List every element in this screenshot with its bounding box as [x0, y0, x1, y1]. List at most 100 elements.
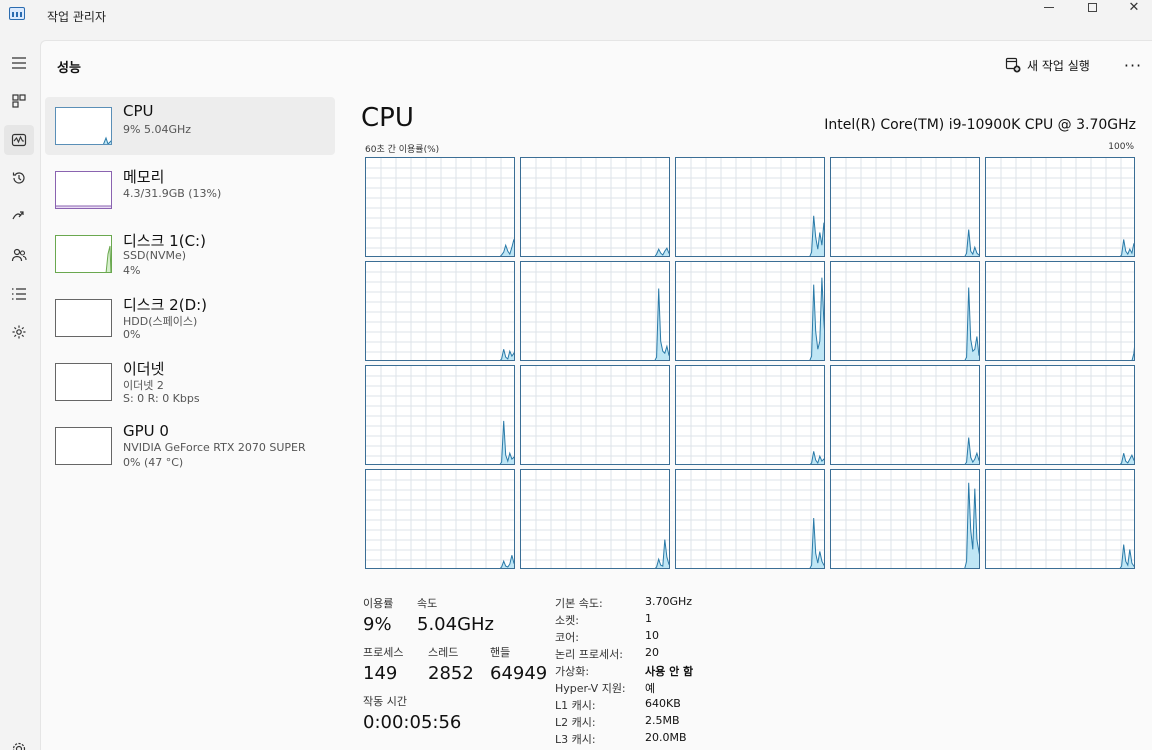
utilization-value: 9% [363, 614, 392, 635]
resource-detail: HDD(스페이스) [123, 315, 198, 328]
spec-label: 소켓: [555, 614, 579, 627]
cpu-model-name: Intel(R) Core(TM) i9-10900K CPU @ 3.70GH… [824, 117, 1136, 133]
utilization-label: 이용률 [363, 597, 394, 610]
uptime-value: 0:00:05:56 [363, 712, 462, 733]
logical-processor-graph [365, 157, 515, 257]
handles-label: 핸들 [490, 646, 511, 659]
spec-label: L3 캐시: [555, 733, 596, 746]
services-icon [12, 325, 26, 339]
logical-processor-graph [520, 157, 670, 257]
graph-caption: 60초 간 이용률(%) [365, 145, 440, 155]
resource-detail: 이더넷 2 [123, 379, 164, 392]
utilization-plot [366, 262, 514, 360]
logical-processor-graph [985, 365, 1135, 465]
resource-name: 디스크 2(D:) [123, 296, 208, 314]
resource-item-disk-1[interactable]: 디스크 1(C:) SSD(NVMe) 4% [45, 225, 335, 283]
utilization-plot [521, 366, 669, 464]
spec-value: 3.70GHz [645, 595, 693, 608]
spec-value: 사용 안 함 [645, 665, 694, 678]
nav-users[interactable] [4, 240, 34, 270]
utilization-plot [366, 158, 514, 256]
nav-menu-button[interactable] [4, 48, 34, 78]
ethernet-thumbnail-graph [55, 363, 112, 401]
handles-value: 64949 [490, 663, 548, 684]
logical-processor-graph [830, 157, 980, 257]
spec-label: L2 캐시: [555, 716, 596, 729]
resource-name: 메모리 [123, 168, 165, 186]
logical-processor-graph [985, 469, 1135, 569]
performance-page: 성능 새 작업 실행 ··· CPU 9% 5.04GHz 메모리 4.3/31… [40, 40, 1152, 750]
spec-label: 가상화: [555, 665, 590, 678]
resource-detail: NVIDIA GeForce RTX 2070 SUPER [123, 441, 306, 454]
utilization-plot [676, 262, 824, 360]
processes-value: 149 [363, 663, 398, 684]
speed-label: 속도 [417, 597, 438, 610]
logical-processor-graph [365, 365, 515, 465]
resource-item-disk-2[interactable]: 디스크 2(D:) HDD(스페이스) 0% [45, 289, 335, 347]
resource-detail: 9% 5.04GHz [123, 123, 192, 136]
spec-value: 2.5MB [645, 714, 680, 727]
task-manager-icon [9, 7, 25, 20]
utilization-plot [986, 366, 1134, 464]
resource-item-ethernet[interactable]: 이더넷 이더넷 2 S: 0 R: 0 Kbps [45, 353, 335, 411]
cpu-thumbnail-graph [55, 107, 112, 145]
logical-processor-graph [985, 157, 1135, 257]
nav-settings[interactable] [4, 734, 34, 750]
utilization-plot [831, 262, 979, 360]
logical-processor-graph [830, 469, 980, 569]
app-history-icon [12, 172, 25, 184]
spec-label: 기본 속도: [555, 597, 603, 610]
resource-name: GPU 0 [123, 422, 169, 440]
resource-list: CPU 9% 5.04GHz 메모리 4.3/31.9GB (13%) 디스크 … [45, 97, 335, 481]
spec-value: 20 [645, 646, 659, 659]
utilization-plot [676, 470, 824, 568]
spec-label: L1 캐시: [555, 699, 596, 712]
run-new-task-button[interactable]: 새 작업 실행 [1005, 53, 1090, 77]
navigation-rail [0, 36, 40, 750]
spec-value: 20.0MB [645, 731, 687, 744]
resource-detail: 0% [123, 328, 141, 341]
resource-detail: 0% (47 °C) [123, 456, 184, 469]
resource-item-memory[interactable]: 메모리 4.3/31.9GB (13%) [45, 161, 335, 219]
utilization-plot [831, 470, 979, 568]
spec-label: 논리 프로세서: [555, 648, 623, 661]
utilization-plot [521, 262, 669, 360]
nav-performance[interactable] [4, 125, 34, 155]
logical-processor-graph [520, 365, 670, 465]
close-button[interactable]: ✕ [1114, 0, 1152, 15]
utilization-plot [366, 366, 514, 464]
disk-2-thumbnail-graph [55, 299, 112, 337]
logical-processor-graph [675, 261, 825, 361]
nav-startup-apps[interactable] [4, 201, 34, 231]
resource-name: CPU [123, 102, 154, 120]
uptime-label: 작동 시간 [363, 695, 407, 708]
hamburger-icon [12, 57, 26, 69]
spec-value: 10 [645, 629, 659, 642]
spec-value: 예 [645, 682, 656, 695]
maximize-button[interactable] [1072, 0, 1112, 14]
users-icon [11, 248, 27, 262]
utilization-plot [986, 470, 1134, 568]
spec-label: Hyper-V 지원: [555, 682, 626, 695]
minimize-button[interactable] [1029, 0, 1069, 14]
processes-icon [12, 94, 26, 108]
utilization-plot [676, 366, 824, 464]
speed-value: 5.04GHz [417, 614, 495, 635]
nav-processes[interactable] [4, 86, 34, 116]
resource-detail: 4.3/31.9GB (13%) [123, 187, 222, 200]
logical-processor-graph [675, 157, 825, 257]
spec-value: 1 [645, 612, 652, 625]
more-options-button[interactable]: ··· [1121, 53, 1145, 77]
nav-app-history[interactable] [4, 163, 34, 193]
threads-label: 스레드 [428, 646, 459, 659]
nav-details[interactable] [4, 279, 34, 309]
nav-services[interactable] [4, 317, 34, 347]
resource-item-gpu[interactable]: GPU 0 NVIDIA GeForce RTX 2070 SUPER 0% (… [45, 417, 335, 475]
logical-processor-graph [365, 469, 515, 569]
logical-processor-graph [830, 261, 980, 361]
details-icon [12, 288, 26, 300]
resource-item-cpu[interactable]: CPU 9% 5.04GHz [45, 97, 335, 155]
graph-max-label: 100% [1108, 142, 1134, 152]
resource-name: 디스크 1(C:) [123, 232, 206, 250]
utilization-plot [521, 158, 669, 256]
